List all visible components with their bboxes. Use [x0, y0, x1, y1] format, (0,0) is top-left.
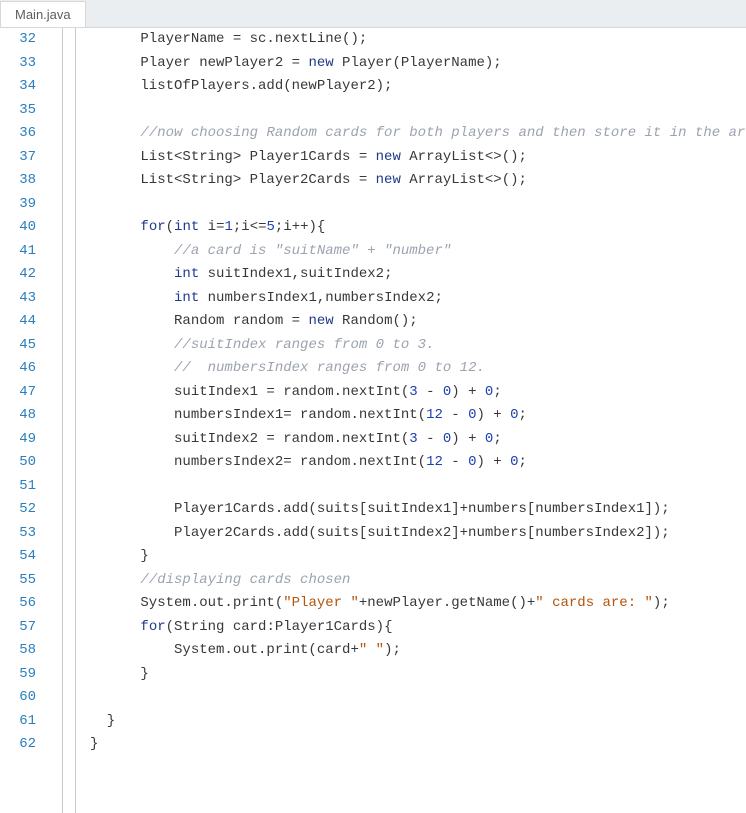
code-editor[interactable]: 3233343536373839404142434445464748495051…: [0, 28, 746, 813]
code-line[interactable]: [90, 193, 746, 217]
code-line[interactable]: //displaying cards chosen: [90, 569, 746, 593]
tab-main-java[interactable]: Main.java: [0, 1, 86, 27]
code-line[interactable]: suitIndex2 = random.nextInt(3 - 0) + 0;: [90, 428, 746, 452]
code-line[interactable]: //now choosing Random cards for both pla…: [90, 122, 746, 146]
line-number: 43: [0, 287, 36, 311]
code-line[interactable]: //a card is "suitName" + "number": [90, 240, 746, 264]
line-number: 51: [0, 475, 36, 499]
code-line[interactable]: Player newPlayer2 = new Player(PlayerNam…: [90, 52, 746, 76]
fold-area: [50, 28, 90, 813]
code-line[interactable]: List<String> Player2Cards = new ArrayLis…: [90, 169, 746, 193]
line-number: 61: [0, 710, 36, 734]
line-number: 56: [0, 592, 36, 616]
line-number: 52: [0, 498, 36, 522]
line-number: 53: [0, 522, 36, 546]
code-line[interactable]: Player2Cards.add(suits[suitIndex2]+numbe…: [90, 522, 746, 546]
line-number: 60: [0, 686, 36, 710]
line-number: 48: [0, 404, 36, 428]
line-number: 45: [0, 334, 36, 358]
line-number: 54: [0, 545, 36, 569]
line-number: 34: [0, 75, 36, 99]
line-number: 57: [0, 616, 36, 640]
line-number: 59: [0, 663, 36, 687]
line-number: 62: [0, 733, 36, 757]
code-line[interactable]: Player1Cards.add(suits[suitIndex1]+numbe…: [90, 498, 746, 522]
line-gutter: 3233343536373839404142434445464748495051…: [0, 28, 50, 813]
line-number: 55: [0, 569, 36, 593]
code-area[interactable]: PlayerName = sc.nextLine(); Player newPl…: [90, 28, 746, 813]
line-number: 35: [0, 99, 36, 123]
line-number: 37: [0, 146, 36, 170]
code-line[interactable]: System.out.print("Player "+newPlayer.get…: [90, 592, 746, 616]
line-number: 47: [0, 381, 36, 405]
code-line[interactable]: numbersIndex1= random.nextInt(12 - 0) + …: [90, 404, 746, 428]
line-number: 58: [0, 639, 36, 663]
line-number: 50: [0, 451, 36, 475]
code-line[interactable]: listOfPlayers.add(newPlayer2);: [90, 75, 746, 99]
code-line[interactable]: for(int i=1;i<=5;i++){: [90, 216, 746, 240]
line-number: 36: [0, 122, 36, 146]
line-number: 49: [0, 428, 36, 452]
line-number: 42: [0, 263, 36, 287]
code-line[interactable]: }: [90, 733, 746, 757]
line-number: 39: [0, 193, 36, 217]
line-number: 44: [0, 310, 36, 334]
code-line[interactable]: for(String card:Player1Cards){: [90, 616, 746, 640]
code-line[interactable]: int suitIndex1,suitIndex2;: [90, 263, 746, 287]
code-line[interactable]: }: [90, 545, 746, 569]
code-line[interactable]: int numbersIndex1,numbersIndex2;: [90, 287, 746, 311]
code-line[interactable]: }: [90, 663, 746, 687]
code-line[interactable]: // numbersIndex ranges from 0 to 12.: [90, 357, 746, 381]
code-line[interactable]: }: [90, 710, 746, 734]
code-line[interactable]: Random random = new Random();: [90, 310, 746, 334]
line-number: 38: [0, 169, 36, 193]
code-line[interactable]: numbersIndex2= random.nextInt(12 - 0) + …: [90, 451, 746, 475]
line-number: 33: [0, 52, 36, 76]
code-line[interactable]: [90, 686, 746, 710]
code-line[interactable]: PlayerName = sc.nextLine();: [90, 28, 746, 52]
code-line[interactable]: suitIndex1 = random.nextInt(3 - 0) + 0;: [90, 381, 746, 405]
code-line[interactable]: System.out.print(card+" ");: [90, 639, 746, 663]
code-line[interactable]: [90, 99, 746, 123]
line-number: 32: [0, 28, 36, 52]
code-line[interactable]: //suitIndex ranges from 0 to 3.: [90, 334, 746, 358]
tab-bar: Main.java: [0, 0, 746, 28]
code-line[interactable]: List<String> Player1Cards = new ArrayLis…: [90, 146, 746, 170]
code-line[interactable]: [90, 475, 746, 499]
line-number: 41: [0, 240, 36, 264]
line-number: 46: [0, 357, 36, 381]
line-number: 40: [0, 216, 36, 240]
